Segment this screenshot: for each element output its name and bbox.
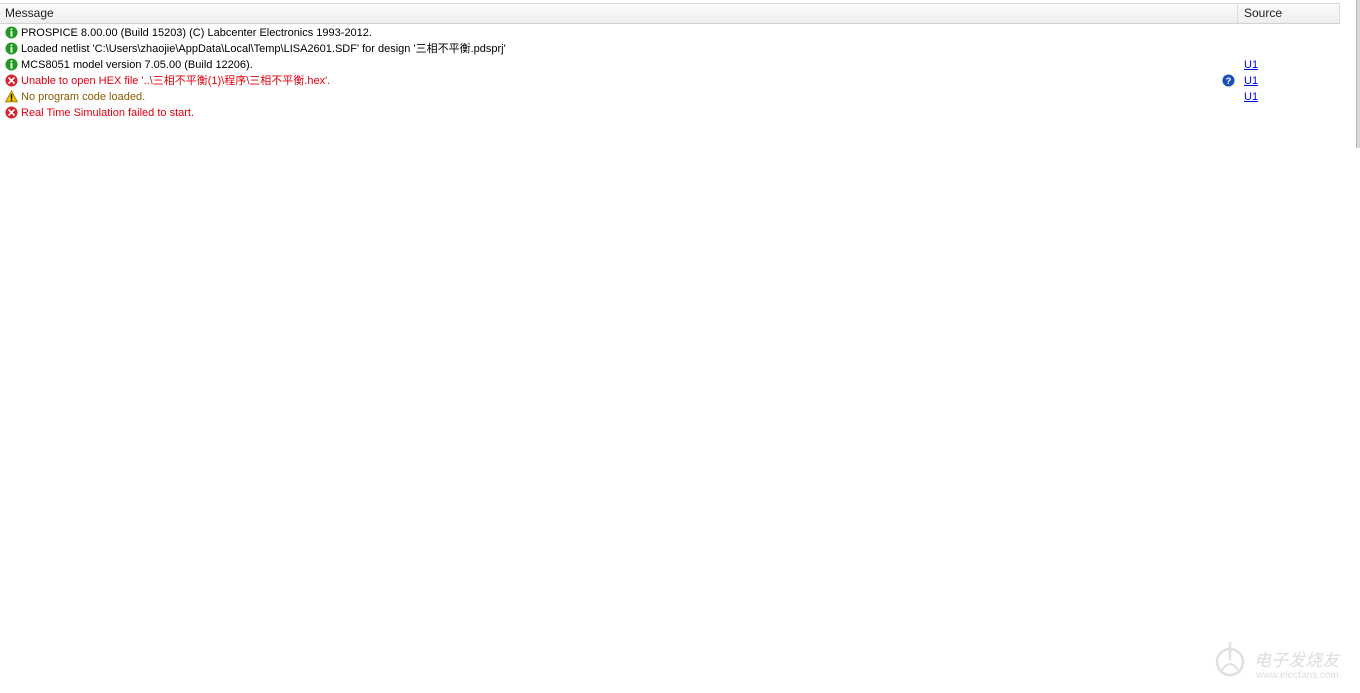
column-header: Message Source: [0, 3, 1340, 24]
elecfans-logo-icon: [1215, 642, 1245, 677]
message-column-header[interactable]: Message: [0, 4, 1238, 23]
message-log-panel: Message Source PROSPICE 8.00.00 (Build 1…: [0, 0, 1360, 148]
log-row[interactable]: No program code loaded. U1: [0, 89, 1340, 105]
source-link[interactable]: U1: [1244, 73, 1258, 89]
log-message: Loaded netlist 'C:\Users\zhaojie\AppData…: [21, 43, 506, 55]
log-message: PROSPICE 8.00.00 (Build 15203) (C) Labce…: [21, 27, 372, 39]
log-row[interactable]: Unable to open HEX file '..\三相不平衡(1)\程序\…: [0, 73, 1340, 89]
log-message: Unable to open HEX file '..\三相不平衡(1)\程序\…: [21, 75, 331, 87]
error-icon: [5, 106, 18, 119]
log-row[interactable]: Real Time Simulation failed to start.: [0, 105, 1340, 121]
svg-text:?: ?: [1226, 76, 1232, 86]
error-icon: [5, 74, 18, 87]
source-column-header[interactable]: Source: [1239, 4, 1340, 23]
info-icon: [5, 58, 18, 71]
log-message: No program code loaded.: [21, 91, 146, 103]
log-row[interactable]: Loaded netlist 'C:\Users\zhaojie\AppData…: [0, 41, 1340, 57]
watermark-text: 电子发烧友: [1254, 651, 1339, 671]
info-icon: [5, 42, 18, 55]
source-link[interactable]: U1: [1244, 89, 1258, 105]
watermark-logo: 电子发烧友 www.elecfans.com: [1210, 640, 1350, 690]
log-message: Real Time Simulation failed to start.: [21, 107, 195, 119]
watermark-url: www.elecfans.com: [1256, 670, 1339, 681]
log-message: MCS8051 model version 7.05.00 (Build 122…: [21, 59, 253, 71]
log-row[interactable]: MCS8051 model version 7.05.00 (Build 122…: [0, 57, 1340, 73]
vertical-scrollbar[interactable]: [1356, 0, 1360, 148]
help-icon[interactable]: ?: [1222, 74, 1235, 87]
warning-icon: [5, 90, 18, 103]
log-row[interactable]: PROSPICE 8.00.00 (Build 15203) (C) Labce…: [0, 25, 1340, 41]
info-icon: [5, 26, 18, 39]
source-link[interactable]: U1: [1244, 57, 1258, 73]
